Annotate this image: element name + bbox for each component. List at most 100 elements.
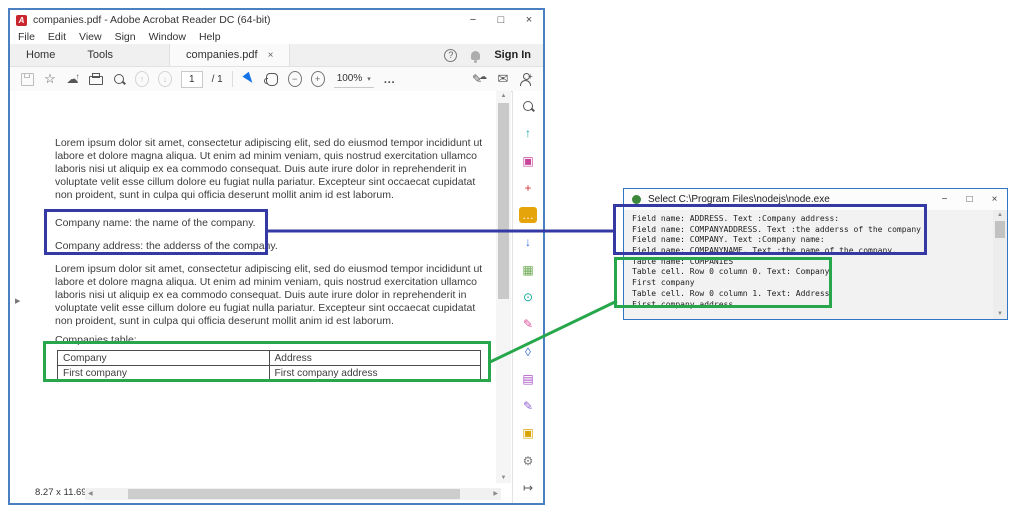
certificates-icon[interactable]: ✎ (519, 398, 537, 414)
console-line: First company (632, 278, 993, 289)
stamp-icon[interactable]: ⊙ (519, 289, 537, 305)
table-header-address: Address (269, 351, 481, 366)
scroll-down-icon[interactable]: ▼ (496, 475, 511, 481)
pdf-paragraph-2: Lorem ipsum dolor sit amet, consectetur … (55, 263, 489, 328)
request-signatures-icon[interactable]: ↓ (519, 234, 537, 250)
help-icon[interactable]: ? (444, 49, 457, 62)
bell-icon[interactable] (471, 51, 480, 60)
console-scroll-up-icon[interactable]: ▲ (993, 212, 1007, 218)
acrobat-window: A companies.pdf - Adobe Acrobat Reader D… (8, 8, 545, 505)
zoom-level-dropdown[interactable]: 100% ▾ (334, 71, 374, 88)
chevron-down-icon: ▾ (367, 75, 371, 83)
console-scroll-thumb[interactable] (995, 221, 1005, 238)
scroll-up-icon[interactable]: ▲ (496, 93, 511, 99)
pdf-paragraph-1: Lorem ipsum dolor sit amet, consectetur … (55, 137, 489, 202)
compress-pdf-icon[interactable]: ▤ (519, 371, 537, 387)
acrobat-logo-letter: A (19, 16, 25, 25)
pdf-vertical-scrollbar[interactable]: ▲ ▼ (496, 91, 511, 483)
expand-left-panel-icon[interactable]: ▶ (15, 297, 20, 305)
console-scrollbar[interactable]: ▲ ▼ (993, 210, 1007, 319)
more-options-icon[interactable]: … (383, 71, 397, 87)
scroll-left-icon[interactable]: ◀ (88, 488, 93, 500)
protect-icon[interactable]: ◊ (519, 344, 537, 360)
window-title: companies.pdf - Adobe Acrobat Reader DC … (33, 14, 271, 26)
console-close-button[interactable]: × (982, 194, 1007, 205)
console-minimize-button[interactable]: − (932, 194, 957, 205)
pen-cloud-glyph: ☁ (479, 72, 487, 81)
screenshot-canvas: A companies.pdf - Adobe Acrobat Reader D… (0, 0, 1024, 512)
create-pdf-icon[interactable]: + (519, 180, 537, 196)
toolbar: ☆ ☁↑ ↑ ↓ 1 / 1 − + 100% ▾ … ✎☁ ✉ + (10, 67, 543, 92)
pdf-page: Lorem ipsum dolor sit amet, consectetur … (10, 91, 496, 483)
comment-icon[interactable]: … (519, 207, 537, 223)
search-tools-icon[interactable] (519, 98, 537, 114)
console-scroll-down-icon[interactable]: ▼ (993, 311, 1007, 317)
sign-in-button[interactable]: Sign In (494, 49, 531, 61)
tab-document[interactable]: companies.pdf × (169, 44, 290, 66)
fill-sign-icon[interactable]: ✎ (519, 316, 537, 332)
close-button[interactable]: × (515, 14, 543, 26)
pdf-company-name-line: Company name: the name of the company. (55, 217, 256, 229)
find-icon[interactable] (112, 71, 126, 87)
zoom-out-icon[interactable]: − (288, 71, 302, 87)
share-cloud-icon[interactable]: ☁↑ (66, 71, 80, 87)
console-title-bar: Select C:\Program Files\nodejs\node.exe … (624, 189, 1007, 210)
menu-item[interactable]: Help (199, 31, 221, 43)
menu-item[interactable]: Edit (48, 31, 66, 43)
star-favorite-icon[interactable]: ☆ (43, 71, 57, 87)
console-output: Field name: ADDRESS. Text :Company addre… (624, 210, 993, 319)
pdf-company-address-line: Company address: the adderss of the comp… (55, 240, 278, 252)
console-line: Table cell. Row 0 column 1. Text: Addres… (632, 289, 993, 300)
export-pdf-icon[interactable]: ↑ (519, 125, 537, 141)
table-cell-address: First company address (269, 366, 481, 381)
tab-close-icon[interactable]: × (268, 50, 274, 61)
toolbar-divider (232, 71, 233, 87)
next-page-icon[interactable]: ↓ (158, 71, 172, 87)
organize-pages-icon[interactable]: ▦ (519, 262, 537, 278)
menu-item[interactable]: File (18, 31, 35, 43)
zoom-in-icon[interactable]: + (311, 71, 325, 87)
more-tools-icon[interactable]: ⚙ (519, 453, 537, 469)
table-header-row: Company Address (58, 351, 481, 366)
menu-bar: File Edit View Sign Window Help (10, 30, 543, 44)
print-icon[interactable] (89, 71, 103, 87)
console-line: Field name: ADDRESS. Text :Company addre… (632, 214, 993, 225)
tab-document-label: companies.pdf (186, 49, 258, 61)
console-line: Field name: COMPANYADDRESS. Text :the ad… (632, 225, 993, 236)
copy-pages-icon[interactable]: ▣ (519, 425, 537, 441)
menu-item[interactable]: Window (149, 31, 186, 43)
page-number-input[interactable]: 1 (181, 71, 203, 88)
table-row: First company First company address (58, 366, 481, 381)
tab-tools[interactable]: Tools (71, 44, 129, 66)
console-line: Table name: COMPANIES (632, 257, 993, 268)
vertical-scroll-thumb[interactable] (498, 103, 509, 299)
tools-sidebar: ↑ ▣ + … ↓ ▦ ⊙ ✎ ◊ ▤ ✎ ▣ ⚙ ↦ (512, 91, 543, 503)
add-account-icon[interactable]: + (519, 71, 533, 87)
companies-table: Company Address First company First comp… (57, 350, 481, 381)
minimize-button[interactable]: − (459, 14, 487, 26)
edit-pdf-icon[interactable]: ▣ (519, 153, 537, 169)
table-cell-company: First company (58, 366, 270, 381)
tab-bar: Home Tools companies.pdf × ? Sign In (10, 44, 543, 67)
send-mail-icon[interactable]: ✉ (496, 71, 510, 87)
menu-item[interactable]: View (79, 31, 102, 43)
sign-pen-icon[interactable]: ✎☁ (472, 71, 487, 87)
collapse-panel-icon[interactable]: ↦ (519, 480, 537, 496)
hand-tool-icon[interactable] (265, 71, 279, 87)
menu-item[interactable]: Sign (115, 31, 136, 43)
console-maximize-button[interactable]: □ (957, 194, 982, 205)
pdf-horizontal-scrollbar[interactable]: ◀ ▶ (85, 488, 501, 500)
select-tool-icon[interactable] (242, 71, 256, 87)
nodejs-icon (632, 195, 641, 204)
horizontal-scroll-thumb[interactable] (128, 489, 460, 499)
maximize-button[interactable]: □ (487, 14, 515, 26)
previous-page-icon[interactable]: ↑ (135, 71, 149, 87)
tab-home[interactable]: Home (10, 44, 71, 66)
scroll-right-icon[interactable]: ▶ (493, 488, 498, 500)
zoom-level-value: 100% (337, 73, 363, 84)
console-title: Select C:\Program Files\nodejs\node.exe (648, 194, 830, 205)
table-header-company: Company (58, 351, 270, 366)
console-line: Table cell. Row 0 column 0. Text: Compan… (632, 267, 993, 278)
cloud-arrow: ↑ (76, 72, 80, 81)
save-icon[interactable] (20, 71, 34, 87)
